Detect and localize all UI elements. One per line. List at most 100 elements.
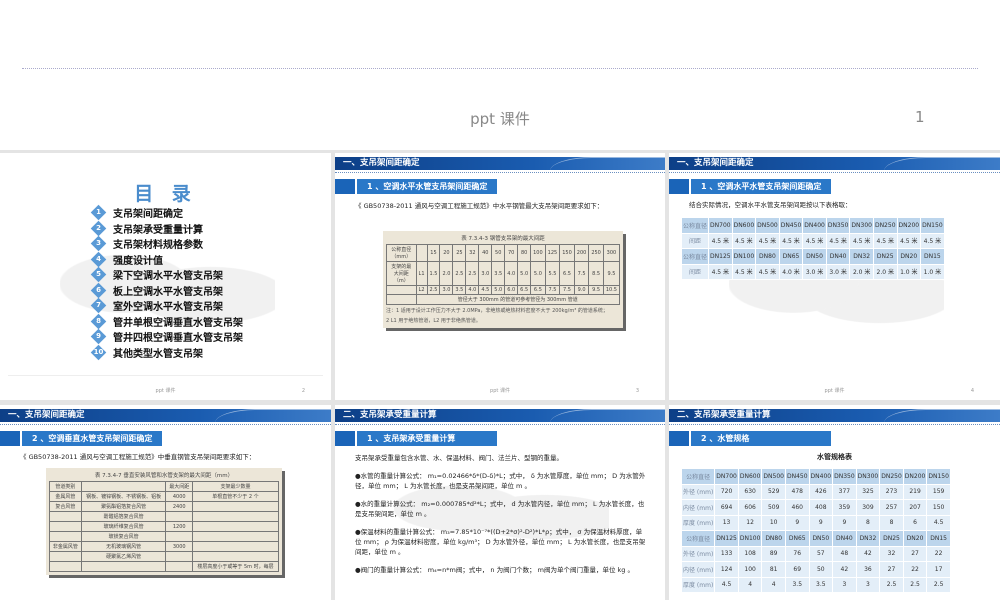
table-cell: 50 <box>808 561 834 578</box>
table-cell: 80 <box>517 244 532 262</box>
table-cell: 酚醛铝箔复合风管 <box>80 511 167 522</box>
toc-number: 9 <box>96 332 101 341</box>
toc-label: 管井单根空调垂直水管支吊架 <box>113 317 243 329</box>
sub-header-label: 1 、空调水平水管支吊架间距确定 <box>689 179 831 194</box>
table-cell: 81 <box>761 561 786 578</box>
table-cell: 2.5 <box>426 285 441 295</box>
slide-thumb-2[interactable]: 目 录 1 支吊架间距确定 2 支吊架承受重量计算 3 支吊架材料规格参数 4 强度设计值 5 梁… <box>0 153 331 400</box>
table-cell: 70 <box>504 244 519 262</box>
slide-thumb-3[interactable]: 一、支吊架间距确定 1 、空调水平水管支吊架间距确定 《 GB50738-201… <box>335 153 665 400</box>
table-cell: 公称直径 <box>680 530 716 547</box>
table-cell: 4.5 米 <box>708 232 733 249</box>
sub-header-label: 1 、空调水平水管支吊架间距确定 <box>355 179 497 194</box>
sub-header: 2 、水管规格 <box>669 431 831 446</box>
table-cell: DN32 <box>855 530 881 547</box>
table-cell: 150 <box>926 499 951 516</box>
slide-thumb-4[interactable]: 一、支吊架间距确定 1 、空调水平水管支吊架间距确定 结合实际情况，空调水平水管… <box>669 153 1000 400</box>
table-cell <box>191 531 280 542</box>
table-row: 管道类别 最大间距 支架最少数量 <box>49 481 280 492</box>
table-cell: 50 <box>491 244 506 262</box>
diamond-number-icon: 10 <box>90 344 107 361</box>
main-slide-preview[interactable]: ppt 课件 1 <box>0 0 1000 150</box>
slide-number: 4 <box>970 388 974 394</box>
table-cell: DN32 <box>849 248 874 265</box>
table-cell: 300 <box>602 244 621 262</box>
toc-label: 板上空调水平水管支吊架 <box>113 286 223 298</box>
toc-label: 支吊架承受重量计算 <box>113 224 203 236</box>
toc-item[interactable]: 8 管井单根空调垂直水管支吊架 <box>90 313 243 330</box>
table-cell: 57 <box>808 545 834 562</box>
toc-item[interactable]: 4 强度设计值 <box>90 251 243 268</box>
table-cell <box>49 551 82 562</box>
table-cell: DN250 <box>872 217 898 234</box>
toc-item[interactable]: 10 其他类型水管支吊架 <box>90 344 243 361</box>
table-cell: DN65 <box>778 248 804 265</box>
table-cell: 4.5 米 <box>896 232 922 249</box>
table-cell: 250 <box>588 244 604 262</box>
toc-item[interactable]: 1 支吊架间距确定 <box>90 204 243 221</box>
table-cell: 2.5 <box>879 576 904 593</box>
table-cell: 楼层高度小于或等于 5m 时，每层 <box>191 561 280 572</box>
table-cell: 4.5 米 <box>778 232 804 249</box>
toc-item[interactable]: 3 支吊架材料规格参数 <box>90 235 243 252</box>
table-cell: L1 <box>415 261 428 286</box>
toc-number: 5 <box>96 270 101 279</box>
table-cell: DN600 <box>731 217 757 234</box>
sub-header: 1 、空调水平水管支吊架间距确定 <box>335 179 497 194</box>
table-cell: 42 <box>832 561 857 578</box>
toc-number: 2 <box>96 223 101 232</box>
table-cell: 4.5 米 <box>872 232 898 249</box>
table-cell: 460 <box>784 499 810 516</box>
diamond-number-icon: 2 <box>90 220 107 237</box>
slide-thumb-5[interactable]: 一、支吊架间距确定 2 、空调垂直水管支吊架间距确定 《 GB50738-201… <box>0 405 331 600</box>
table-cell: 4.5 <box>478 285 493 295</box>
toc-item[interactable]: 5 梁下空调水平水管支吊架 <box>90 266 243 283</box>
table-cell: 3.5 <box>808 576 834 593</box>
table-cell: DN100 <box>731 248 757 265</box>
toc-item[interactable]: 9 管井四根空调垂直水管支吊架 <box>90 328 243 345</box>
divider <box>0 424 331 425</box>
toc-item[interactable]: 2 支吊架承受重量计算 <box>90 220 243 237</box>
table-cell: 2.0 米 <box>872 263 898 280</box>
table-cell: 20 <box>439 244 454 262</box>
table-row: 公称直径 DN700 DN600 DN500 DN450 DN400 DN350 DN300 D… <box>680 468 951 485</box>
table-cell: 4.5 米 <box>825 232 851 249</box>
sub-header: 1 、空调水平水管支吊架间距确定 <box>669 179 831 194</box>
diamond-number-icon: 9 <box>90 328 107 345</box>
table-cell: 3.5 <box>784 576 810 593</box>
slide-thumb-6[interactable]: 二、支吊架承受重量计算 1 、支吊架承受重量计算 支吊架承受重量包含水管、水、保… <box>335 405 665 600</box>
table-cell: 1.0 米 <box>920 263 945 280</box>
table-cell: 3.0 <box>478 261 493 286</box>
toc-label: 其他类型水管支吊架 <box>113 348 203 360</box>
table-cell: 377 <box>832 483 857 500</box>
table-cell: DN700 <box>714 468 739 485</box>
table-cell: 9 <box>808 514 834 531</box>
table-cell: 4.5 米 <box>755 232 780 249</box>
table-cell: 630 <box>737 483 763 500</box>
table-cell: 7.5 <box>559 285 575 295</box>
table-cell: 10.5 <box>602 285 621 295</box>
toc-title: 目 录 <box>134 183 197 205</box>
section-header: 一、支吊架间距确定 <box>0 409 331 422</box>
table-row: 外径 (mm) 133 108 89 76 57 48 42 32 27 22 <box>680 545 951 562</box>
toc-number: 4 <box>96 254 101 263</box>
table-row: 内径 (mm) 124 100 81 69 50 42 36 27 22 17 <box>680 561 951 578</box>
table-cell: 3.0 <box>439 285 454 295</box>
table-cell: 6.5 <box>530 285 546 295</box>
formula-paragraph: ●水管的重量计算公式： m₁=0.02466*δ*(D-δ)*L；式中， δ 为… <box>355 472 646 490</box>
table-row: 金属风管 钢板、镀锌钢板、不锈钢板、铝板 4000 单根直管不少于 2 个 <box>49 491 280 502</box>
slide-thumb-7[interactable]: 二、支吊架承受重量计算 2 、水管规格 水管规格表 公称直径 DN700 DN600… <box>669 405 1000 600</box>
toc-item[interactable]: 7 室外空调水平水管支吊架 <box>90 297 243 314</box>
toc-number: 3 <box>96 239 101 248</box>
table-cell: 5.0 <box>491 285 506 295</box>
diamond-number-icon: 1 <box>90 204 107 221</box>
table-cell: 2400 <box>165 501 193 512</box>
table-cell: 36 <box>855 561 881 578</box>
sub-header: 2 、空调垂直水管支吊架间距确定 <box>0 431 162 446</box>
table-cell: 2.5 <box>465 261 480 286</box>
table-row: 管径大于 300mm 的管道可参考管径为 300mm 管道 <box>386 294 621 305</box>
toc-number: 6 <box>96 285 101 294</box>
table-cell: 200 <box>573 244 590 262</box>
toc-item[interactable]: 6 板上空调水平水管支吊架 <box>90 282 243 299</box>
table-cell: DN80 <box>761 530 786 547</box>
